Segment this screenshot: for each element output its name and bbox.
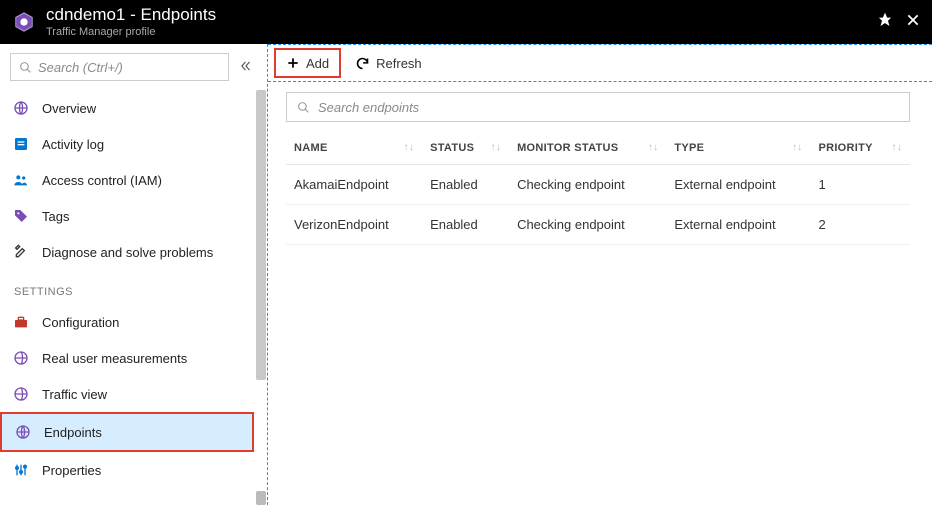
cell-status: Enabled <box>422 165 509 205</box>
collapse-sidebar-icon[interactable] <box>235 59 257 76</box>
col-name[interactable]: NAME↑↓ <box>286 132 422 165</box>
cell-priority: 1 <box>810 165 910 205</box>
sidebar-item-tags[interactable]: Tags <box>0 198 254 234</box>
tools-icon <box>12 243 30 261</box>
sidebar-search-input[interactable]: Search (Ctrl+/) <box>10 53 229 81</box>
sort-icon: ↑↓ <box>891 142 902 153</box>
col-status[interactable]: STATUS↑↓ <box>422 132 509 165</box>
sidebar-item-real-user-measurements[interactable]: Real user measurements <box>0 340 254 376</box>
sidebar-item-label: Properties <box>42 463 101 478</box>
tag-icon <box>12 207 30 225</box>
blade-header: cdndemo1 - Endpoints Traffic Manager pro… <box>0 0 932 44</box>
sidebar-item-properties[interactable]: Properties <box>0 452 254 488</box>
sliders-icon <box>12 461 30 479</box>
sidebar-item-label: Configuration <box>42 315 119 330</box>
sidebar-item-endpoints[interactable]: Endpoints <box>0 412 254 452</box>
sidebar-scrollbar[interactable] <box>255 90 267 505</box>
endpoints-table: NAME↑↓ STATUS↑↓ MONITOR STATUS↑↓ TYPE↑↓ … <box>286 132 910 245</box>
toolbox-icon <box>12 313 30 331</box>
table-row[interactable]: AkamaiEndpoint Enabled Checking endpoint… <box>286 165 910 205</box>
sidebar-item-overview[interactable]: Overview <box>0 90 254 126</box>
globe-icon <box>12 349 30 367</box>
command-bar: Add Refresh <box>268 45 932 81</box>
sidebar: Search (Ctrl+/) Overview Activity log Ac… <box>0 44 268 505</box>
sidebar-item-access-control[interactable]: Access control (IAM) <box>0 162 254 198</box>
endpoint-search-placeholder: Search endpoints <box>318 100 419 115</box>
sidebar-item-label: Diagnose and solve problems <box>42 245 213 260</box>
sidebar-item-label: Endpoints <box>44 425 102 440</box>
section-settings-label: SETTINGS <box>0 270 254 304</box>
pin-icon[interactable] <box>878 13 892 31</box>
add-button-label: Add <box>306 56 329 71</box>
col-priority[interactable]: PRIORITY↑↓ <box>810 132 910 165</box>
resource-icon <box>12 10 36 34</box>
cell-type: External endpoint <box>666 205 810 245</box>
sidebar-item-diagnose[interactable]: Diagnose and solve problems <box>0 234 254 270</box>
sidebar-item-label: Traffic view <box>42 387 107 402</box>
col-monitor[interactable]: MONITOR STATUS↑↓ <box>509 132 666 165</box>
close-icon[interactable] <box>906 13 920 31</box>
cell-type: External endpoint <box>666 165 810 205</box>
cell-status: Enabled <box>422 205 509 245</box>
refresh-button-label: Refresh <box>376 56 422 71</box>
blade-title: cdndemo1 - Endpoints <box>46 6 216 25</box>
sidebar-item-activity-log[interactable]: Activity log <box>0 126 254 162</box>
sort-icon: ↑↓ <box>403 142 414 153</box>
sidebar-item-label: Access control (IAM) <box>42 173 162 188</box>
people-icon <box>12 171 30 189</box>
sort-icon: ↑↓ <box>490 142 501 153</box>
globe-icon <box>14 423 32 441</box>
log-icon <box>12 135 30 153</box>
endpoint-search-input[interactable]: Search endpoints <box>286 92 910 122</box>
sidebar-item-label: Tags <box>42 209 69 224</box>
globe-icon <box>12 385 30 403</box>
refresh-button[interactable]: Refresh <box>345 48 432 78</box>
sidebar-search-placeholder: Search (Ctrl+/) <box>38 60 123 75</box>
add-button[interactable]: Add <box>274 48 341 78</box>
table-row[interactable]: VerizonEndpoint Enabled Checking endpoin… <box>286 205 910 245</box>
sort-icon: ↑↓ <box>648 142 659 153</box>
globe-icon <box>12 99 30 117</box>
sort-icon: ↑↓ <box>792 142 803 153</box>
cell-monitor: Checking endpoint <box>509 165 666 205</box>
sidebar-item-configuration[interactable]: Configuration <box>0 304 254 340</box>
cell-monitor: Checking endpoint <box>509 205 666 245</box>
cell-name: AkamaiEndpoint <box>286 165 422 205</box>
cell-priority: 2 <box>810 205 910 245</box>
col-type[interactable]: TYPE↑↓ <box>666 132 810 165</box>
blade-subtitle: Traffic Manager profile <box>46 26 216 38</box>
sidebar-item-label: Activity log <box>42 137 104 152</box>
sidebar-item-label: Overview <box>42 101 96 116</box>
sidebar-item-traffic-view[interactable]: Traffic view <box>0 376 254 412</box>
cell-name: VerizonEndpoint <box>286 205 422 245</box>
sidebar-item-label: Real user measurements <box>42 351 187 366</box>
main-panel: Add Refresh Search endpoints NAME↑↓ STAT… <box>268 44 932 505</box>
